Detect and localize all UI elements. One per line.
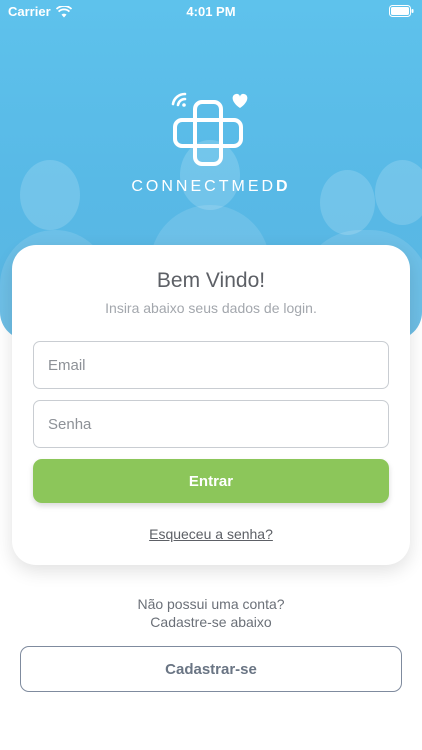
brand-name: CONNECTMEDD: [0, 178, 422, 196]
signup-prompt-line2: Cadastre-se abaixo: [150, 614, 272, 630]
battery-icon: [389, 5, 414, 20]
brand-name-bold: D: [276, 178, 291, 195]
brand-name-light: CONNECTMED: [131, 178, 277, 195]
login-button[interactable]: Entrar: [33, 459, 389, 503]
password-field[interactable]: [33, 400, 389, 448]
status-bar: Carrier 4:01 PM: [0, 0, 422, 22]
signup-prompt-line1: Não possui uma conta?: [137, 596, 285, 612]
register-button[interactable]: Cadastrar-se: [20, 646, 402, 692]
status-time: 4:01 PM: [186, 4, 236, 19]
login-card: Bem Vindo! Insira abaixo seus dados de l…: [12, 245, 410, 565]
welcome-title: Bem Vindo!: [156, 269, 266, 292]
email-field[interactable]: [33, 341, 389, 389]
medical-cross-heart-icon: [171, 92, 248, 166]
welcome-subtitle: Insira abaixo seus dados de login.: [105, 300, 317, 316]
brand-logo: CONNECTMEDD: [0, 92, 422, 196]
forgot-password-link[interactable]: Esqueceu a senha?: [12, 526, 410, 542]
signup-prompt: Não possui uma conta? Cadastre-se abaixo: [0, 595, 422, 631]
